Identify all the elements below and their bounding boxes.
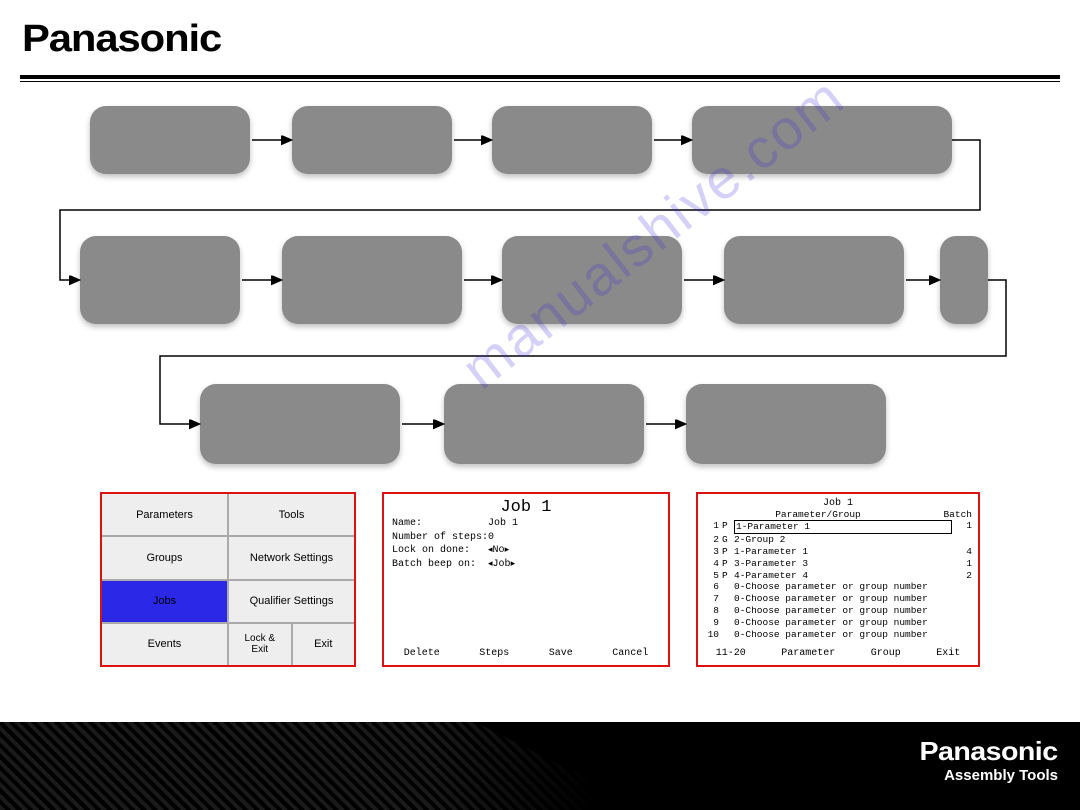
job-field[interactable]: Number of steps:0 [392,531,660,545]
field-label: Number of steps: [392,531,488,545]
field-label: Batch beep on: [392,558,488,572]
field-value[interactable]: ◂Job▸ [488,558,515,572]
exit-button[interactable]: Exit [293,624,355,665]
step-row[interactable]: 3P1-Parameter 14 [704,546,972,558]
softkey-delete[interactable]: Delete [404,648,440,659]
divider [20,75,1060,79]
field-value[interactable]: ◂No▸ [488,544,509,558]
step-row[interactable]: 60-Choose parameter or group number [704,581,972,593]
menu-item-qualifier-settings[interactable]: Qualifier Settings [229,581,354,622]
softkey-parameter[interactable]: Parameter [781,648,835,659]
lock-exit-button[interactable]: Lock & Exit [229,624,291,665]
field-label: Lock on done: [392,544,488,558]
step-row[interactable]: 5P4-Parameter 42 [704,570,972,582]
menu-exit-group: Lock & ExitExit [229,624,354,665]
step-row[interactable]: 70-Choose parameter or group number [704,593,972,605]
step-row[interactable]: 2G2-Group 2 [704,534,972,546]
step-row[interactable]: 100-Choose parameter or group number [704,629,972,641]
field-value[interactable]: Job 1 [488,517,518,531]
softkey-11-20[interactable]: 11-20 [716,648,746,659]
step-row[interactable]: 80-Choose parameter or group number [704,605,972,617]
softkey-steps[interactable]: Steps [479,648,509,659]
softkey-exit[interactable]: Exit [936,648,960,659]
step-row[interactable]: 1P1-Parameter 11 [704,520,972,534]
menu-item-groups[interactable]: Groups [102,537,227,578]
job-field[interactable]: Lock on done: ◂No▸ [392,544,660,558]
menu-item-events[interactable]: Events [102,624,227,665]
param-group-header: Parameter/Group [704,509,932,520]
field-value[interactable]: 0 [488,531,494,545]
flow-arrows [0,100,1080,480]
softkey-group[interactable]: Group [871,648,901,659]
field-label: Name: [392,517,488,531]
menu-item-jobs[interactable]: Jobs [102,581,227,622]
job-steps-panel: Job 1 Parameter/Group Batch 1P1-Paramete… [696,492,980,667]
job-field[interactable]: Name: Job 1 [392,517,660,531]
divider [20,81,1060,82]
step-row[interactable]: 4P3-Parameter 31 [704,558,972,570]
footer: Panasonic Assembly Tools [0,722,1080,810]
job-field[interactable]: Batch beep on: ◂Job▸ [392,558,660,572]
menu-item-network-settings[interactable]: Network Settings [229,537,354,578]
step-row[interactable]: 90-Choose parameter or group number [704,617,972,629]
menu-panel: ParametersToolsGroupsNetwork SettingsJob… [100,492,356,667]
brand-logo: Panasonic [22,18,1080,61]
menu-item-parameters[interactable]: Parameters [102,494,227,535]
job-title: Job 1 [392,498,660,517]
softkey-save[interactable]: Save [549,648,573,659]
param-title: Job 1 [704,498,972,509]
batch-header: Batch [932,509,972,520]
footer-brand-logo: Panasonic [920,736,1058,767]
softkey-cancel[interactable]: Cancel [612,648,648,659]
menu-item-tools[interactable]: Tools [229,494,354,535]
flowchart [0,100,1080,480]
footer-subtitle: Assembly Tools [932,767,1058,784]
job-form-panel: Job 1 Name: Job 1Number of steps:0Lock o… [382,492,670,667]
